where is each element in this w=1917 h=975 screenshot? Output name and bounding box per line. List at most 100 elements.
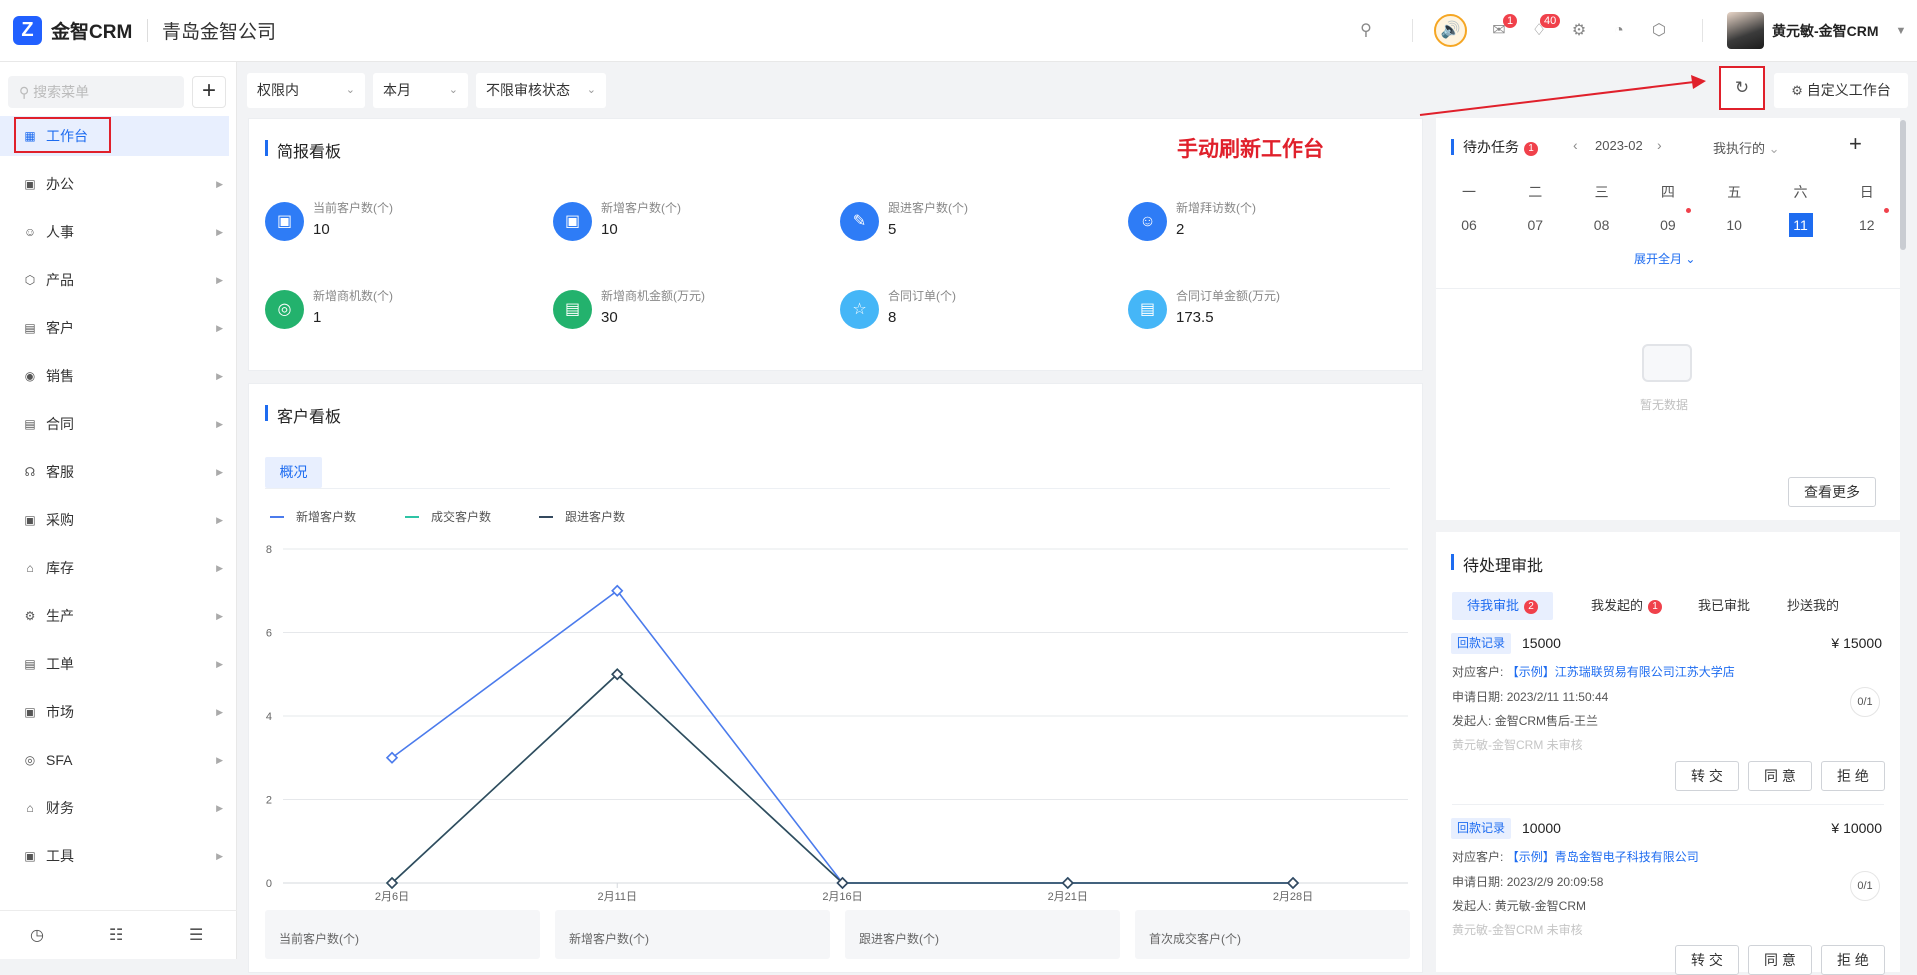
customer-link[interactable]: 【示例】江苏瑞联贸易有限公司江苏大学店 bbox=[1507, 665, 1735, 679]
chevron-down-icon: ⌄ bbox=[1685, 252, 1696, 266]
weekday-label: 六 bbox=[1793, 184, 1808, 200]
tab-label: 抄送我的 bbox=[1787, 598, 1840, 613]
divider bbox=[1436, 288, 1900, 289]
initiator-row: 发起人: 金智CRM售后-王兰 bbox=[1452, 712, 1598, 729]
approval-status: 黄元敏-金智CRM 未审核 bbox=[1452, 738, 1583, 752]
mini-card-new[interactable]: 新增客户数(个) bbox=[555, 910, 830, 959]
transfer-button[interactable]: 转 交 bbox=[1675, 761, 1739, 791]
x-tick-label: 2月28日 bbox=[1273, 891, 1313, 903]
mini-card-label: 跟进客户数(个) bbox=[859, 932, 939, 946]
empty-box-icon bbox=[1642, 344, 1692, 382]
date-value: 2023/2/11 11:50:44 bbox=[1506, 690, 1609, 704]
task-filter-select[interactable]: 我执行的 ⌄ bbox=[1713, 138, 1780, 157]
date-row: 申请日期: 2023/2/11 11:50:44 bbox=[1452, 688, 1608, 705]
approval-status: 黄元敏-金智CRM 未审核 bbox=[1452, 923, 1583, 937]
customer-label: 对应客户: bbox=[1452, 665, 1504, 679]
agree-button[interactable]: 同 意 bbox=[1748, 945, 1812, 975]
x-tick-label: 2月11日 bbox=[597, 891, 637, 903]
divider bbox=[1452, 804, 1884, 805]
customer-row: 对应客户: 【示例】青岛金智电子科技有限公司 bbox=[1452, 848, 1699, 865]
customer-label: 对应客户: bbox=[1452, 850, 1504, 864]
date-row: 申请日期: 2023/2/9 20:09:58 bbox=[1452, 873, 1603, 890]
y-tick-label: 8 bbox=[266, 544, 272, 556]
event-dot bbox=[1884, 208, 1889, 213]
calendar-day[interactable]: 11 bbox=[1788, 213, 1813, 237]
calendar-day[interactable]: 12 bbox=[1852, 213, 1882, 237]
mini-card-label: 首次成交客户(个) bbox=[1149, 932, 1241, 946]
record-amount: 15000 bbox=[1522, 635, 1561, 651]
weekday-label: 四 bbox=[1660, 184, 1675, 200]
date-label: 申请日期: bbox=[1452, 690, 1504, 704]
expand-label: 展开全月 bbox=[1634, 252, 1683, 266]
weekday-label: 一 bbox=[1462, 184, 1476, 200]
calendar-day[interactable]: 08 bbox=[1587, 213, 1617, 237]
series-line-1 bbox=[391, 673, 1293, 884]
mini-card-first-deal[interactable]: 首次成交客户(个) bbox=[1135, 910, 1410, 959]
calendar-day[interactable]: 09 bbox=[1653, 213, 1683, 237]
x-tick-label: 2月16日 bbox=[822, 891, 862, 903]
tab-label: 我发起的 bbox=[1591, 598, 1644, 613]
approval-progress: 0/1 bbox=[1850, 871, 1880, 901]
weekday-label: 二 bbox=[1528, 184, 1543, 200]
tab-badge: 1 bbox=[1648, 600, 1663, 614]
record-amount: 10000 bbox=[1522, 820, 1561, 836]
tab-cc[interactable]: 抄送我的 bbox=[1787, 592, 1839, 620]
initiator-value: 黄元敏-金智CRM bbox=[1494, 899, 1587, 913]
y-tick-label: 0 bbox=[266, 878, 272, 890]
tab-pending-approval[interactable]: 待我审批 2 bbox=[1452, 592, 1554, 620]
y-tick-label: 4 bbox=[266, 711, 272, 723]
data-point bbox=[1286, 876, 1300, 890]
tab-approved[interactable]: 我已审批 bbox=[1698, 592, 1750, 620]
reject-button[interactable]: 拒 绝 bbox=[1821, 761, 1885, 791]
y-tick-label: 2 bbox=[266, 795, 272, 807]
tasks-badge: 1 bbox=[1524, 142, 1538, 156]
series-line-0 bbox=[391, 589, 1293, 884]
initiator-row: 发起人: 黄元敏-金智CRM bbox=[1452, 897, 1586, 914]
prev-month-icon[interactable]: ‹ bbox=[1573, 137, 1578, 153]
mini-card-followup[interactable]: 跟进客户数(个) bbox=[845, 910, 1120, 959]
tab-initiated[interactable]: 我发起的 1 bbox=[1591, 592, 1663, 620]
expand-month-link[interactable]: 展开全月 ⌄ bbox=[1634, 250, 1695, 267]
mini-card-label: 新增客户数(个) bbox=[569, 932, 649, 946]
record-tag: 回款记录 bbox=[1451, 818, 1512, 839]
record-money: ¥ 15000 bbox=[1831, 635, 1882, 651]
series-line-2 bbox=[391, 673, 1293, 884]
x-tick-label: 2月21日 bbox=[1048, 891, 1088, 903]
view-more-button[interactable]: 查看更多 bbox=[1788, 477, 1876, 507]
calendar-day[interactable]: 07 bbox=[1520, 213, 1550, 237]
chevron-down-icon: ⌄ bbox=[1768, 141, 1780, 156]
tasks-panel bbox=[1436, 118, 1900, 520]
weekday-label: 日 bbox=[1859, 184, 1874, 200]
reject-button[interactable]: 拒 绝 bbox=[1821, 945, 1885, 975]
transfer-button[interactable]: 转 交 bbox=[1675, 945, 1739, 975]
tasks-title-text: 待办任务 bbox=[1463, 139, 1519, 155]
event-dot bbox=[1686, 208, 1691, 213]
task-filter-value: 我执行的 bbox=[1713, 141, 1766, 156]
weekday-label: 三 bbox=[1594, 184, 1609, 200]
empty-text: 暂无数据 bbox=[1640, 398, 1689, 412]
tab-label: 待我审批 bbox=[1467, 598, 1520, 613]
tasks-title: 待办任务 1 bbox=[1451, 137, 1538, 157]
date-value: 2023/2/9 20:09:58 bbox=[1506, 875, 1604, 889]
record-money: ¥ 10000 bbox=[1831, 820, 1882, 836]
x-tick-label: 2月6日 bbox=[375, 891, 409, 903]
customer-link[interactable]: 【示例】青岛金智电子科技有限公司 bbox=[1507, 850, 1699, 864]
tab-badge: 2 bbox=[1524, 600, 1539, 614]
scrollbar[interactable] bbox=[1900, 120, 1906, 250]
mini-card-current[interactable]: 当前客户数(个) bbox=[265, 910, 540, 959]
calendar-month: 2023-02 bbox=[1595, 138, 1643, 153]
date-label: 申请日期: bbox=[1452, 875, 1504, 889]
calendar-day[interactable]: 10 bbox=[1719, 213, 1749, 237]
tab-label: 我已审批 bbox=[1698, 598, 1751, 613]
mini-card-label: 当前客户数(个) bbox=[279, 932, 359, 946]
agree-button[interactable]: 同 意 bbox=[1748, 761, 1812, 791]
approvals-title: 待处理审批 bbox=[1450, 552, 1543, 576]
calendar-day[interactable]: 06 bbox=[1454, 213, 1484, 237]
record-tag: 回款记录 bbox=[1451, 633, 1512, 654]
y-tick-label: 6 bbox=[266, 628, 272, 640]
approval-progress: 0/1 bbox=[1850, 687, 1880, 717]
next-month-icon[interactable]: › bbox=[1657, 137, 1662, 153]
add-task-icon[interactable]: + bbox=[1849, 131, 1862, 157]
initiator-label: 发起人: bbox=[1452, 714, 1492, 728]
data-point bbox=[1061, 876, 1074, 890]
